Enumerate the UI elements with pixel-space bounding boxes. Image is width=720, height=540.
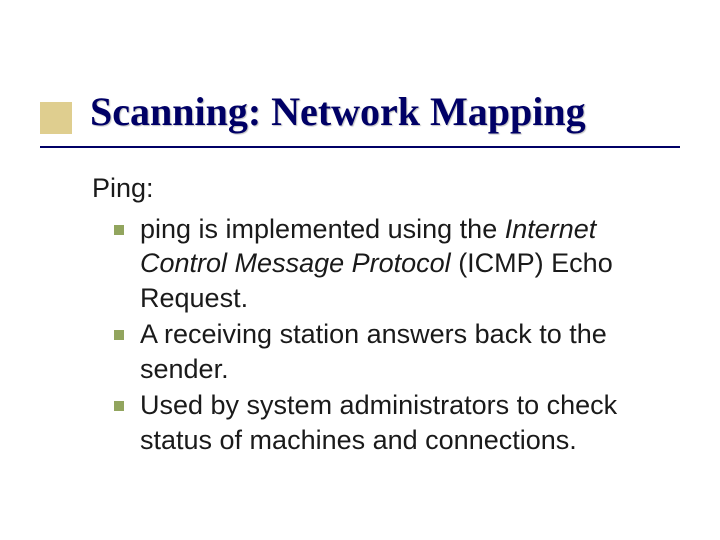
- bullet-icon: [114, 330, 124, 340]
- bullet-icon: [114, 401, 124, 411]
- slide-body: Ping: ping is implemented using the Inte…: [92, 172, 660, 460]
- title-container: Scanning: Network Mapping: [90, 90, 680, 134]
- list-item: ping is implemented using the Internet C…: [114, 212, 660, 316]
- title-accent-box: [40, 102, 72, 134]
- title-underline: [40, 146, 680, 148]
- text-fragment-italic: P: [352, 248, 370, 278]
- bullet-text-2: A receiving station answers back to the …: [140, 317, 660, 386]
- bullet-text-1: ping is implemented using the Internet C…: [140, 212, 660, 316]
- slide-title: Scanning: Network Mapping: [90, 90, 680, 134]
- list-item: Used by system administrators to check s…: [114, 388, 660, 457]
- text-fragment-italic: ontrol: [160, 248, 235, 278]
- text-fragment-italic: Internet: [505, 214, 604, 244]
- body-subhead: Ping:: [92, 172, 660, 206]
- bullet-text-3: Used by system administrators to check s…: [140, 388, 660, 457]
- text-fragment-italic: C: [140, 248, 160, 278]
- text-fragment-italic: M: [235, 248, 258, 278]
- bullet-icon: [114, 225, 124, 235]
- text-fragment-italic: essage: [257, 248, 352, 278]
- slide: Scanning: Network Mapping Ping: ping is …: [0, 0, 720, 540]
- list-item: A receiving station answers back to the …: [114, 317, 660, 386]
- text-fragment: ping is implemented using the: [140, 214, 505, 244]
- text-fragment-italic: rotocol: [370, 248, 451, 278]
- bullet-list: ping is implemented using the Internet C…: [114, 212, 660, 458]
